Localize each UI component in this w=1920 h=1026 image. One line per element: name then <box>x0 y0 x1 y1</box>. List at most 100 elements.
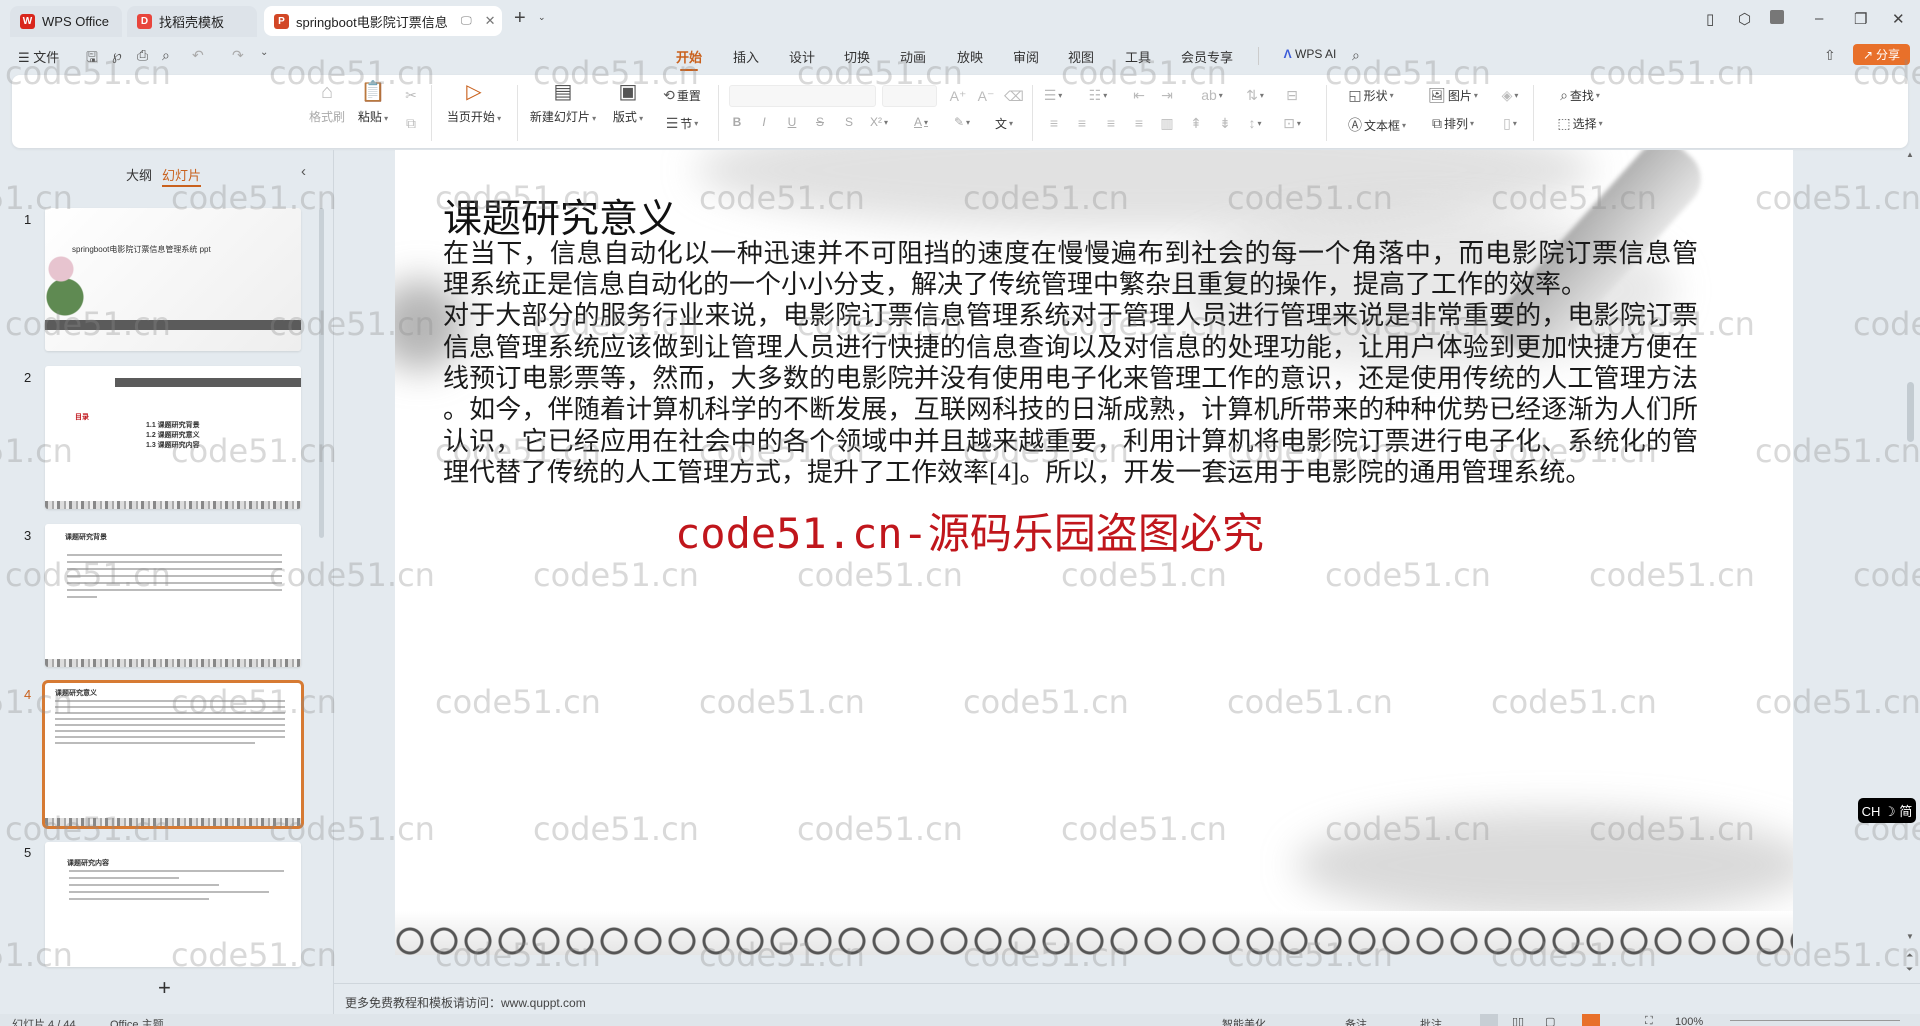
align-center-button[interactable]: ≡ <box>1078 115 1086 131</box>
paste-button[interactable]: 📋 粘贴 ▾ <box>358 82 388 125</box>
phonetic-button[interactable]: 文 ▾ <box>995 115 1013 132</box>
wps-ai-button[interactable]: Λ WPS AI <box>1284 47 1337 61</box>
increase-indent-button[interactable]: ⇥ <box>1161 87 1173 104</box>
increase-font-button[interactable]: A⁺ <box>950 88 967 105</box>
minimize-icon[interactable]: – <box>1815 10 1823 27</box>
decrease-indent-button[interactable]: ⇤ <box>1133 87 1145 104</box>
slide-thumbnail-5[interactable]: 课题研究内容 <box>45 842 301 967</box>
tab-animation[interactable]: 动画 <box>900 47 926 66</box>
format-painter-button[interactable]: ⌂ 格式刷 <box>309 82 345 125</box>
scrollbar-thumb[interactable] <box>1907 382 1914 442</box>
copy-button[interactable]: ⧉ <box>406 115 416 132</box>
normal-view-icon[interactable] <box>1480 1014 1498 1026</box>
body-text-line[interactable]: 理系统正是信息自动化的一个小小分支，解决了传统管理中繁杂且重复的操作，提高了工作… <box>443 269 1698 300</box>
line-spacing-down-button[interactable]: ⇟ <box>1219 115 1231 132</box>
justify-button[interactable]: ≡ <box>1135 115 1143 131</box>
tab-home[interactable]: 开始 <box>676 47 702 71</box>
text-direction-button[interactable]: ab ▾ <box>1201 87 1223 103</box>
new-slide-button[interactable]: ▤ 新建幻灯片 ▾ <box>530 82 596 125</box>
slide-canvas[interactable]: 课题研究意义 在当下，信息自动化以一种迅速并不可阻挡的速度在慢慢遍布到社会的每一… <box>395 150 1793 955</box>
align-left-button[interactable]: ≡ <box>1050 115 1058 131</box>
tab-transition[interactable]: 切换 <box>844 47 870 66</box>
body-text-line[interactable]: 认识，它已经应用在社会中的各个领域中并且越来越重要，利用计算机将电影院订票进行电… <box>443 426 1698 457</box>
beautify-button[interactable]: 智能美化 <box>1222 1016 1266 1026</box>
pane-scrollbar[interactable] <box>319 208 324 538</box>
zoom-level[interactable]: 100% <box>1675 1016 1703 1026</box>
tab-insert[interactable]: 插入 <box>733 47 759 66</box>
notes-button[interactable]: 备注 <box>1345 1016 1367 1026</box>
next-slide-icon[interactable]: ⏷ <box>1906 964 1913 975</box>
italic-button[interactable]: I <box>762 115 765 129</box>
fit-icon[interactable]: ⛶ <box>1645 1015 1653 1026</box>
body-text-line[interactable]: 信息管理系统应该做到让管理人员进行快捷的信息查询以及对信息的处理功能，让用户体验… <box>443 332 1698 363</box>
bullets-button[interactable]: ☰ ▾ <box>1044 87 1063 104</box>
body-text-line[interactable]: 理代替了传统的人工管理方式，提升了工作效率[4]。所以，开发一套运用于电影院的通… <box>443 457 1698 488</box>
slide-thumbnail-4[interactable]: 课题研究意义 <box>42 680 304 829</box>
distribute-button[interactable]: ▥ <box>1160 115 1173 132</box>
redo-icon[interactable]: ↷ <box>232 47 244 64</box>
decrease-font-button[interactable]: A⁻ <box>978 88 995 105</box>
slide-title[interactable]: 课题研究意义 <box>443 188 677 244</box>
notes-area[interactable]: 更多免费教程和模板请访问：www.quppt.com <box>333 983 1920 1014</box>
cube-icon[interactable]: ⬡ <box>1738 10 1751 28</box>
font-name-select[interactable] <box>729 85 876 107</box>
ime-indicator[interactable]: CH ☽ 简 <box>1858 798 1916 823</box>
tab-view[interactable]: 视图 <box>1068 47 1094 66</box>
text-align-button[interactable]: ⊡ ▾ <box>1283 115 1301 132</box>
window-layout-icon[interactable]: ▯ <box>1706 10 1714 28</box>
select-button[interactable]: ⬚ 选择 ▾ <box>1557 115 1602 132</box>
body-text-line[interactable]: 在当下，信息自动化以一种迅速并不可阻挡的速度在慢慢遍布到社会的每一个角落中，而电… <box>443 238 1698 269</box>
tab-document[interactable]: P springboot电影院订票信息 🖵 ✕ <box>264 6 502 36</box>
tab-docer[interactable]: D 找稻壳模板 <box>127 6 257 37</box>
body-text-line[interactable]: 线预订电影票等，然而，大多数的电影院并没有使用电子化来管理工作的意识，还是使用传… <box>443 363 1698 394</box>
save-icon[interactable]: 🖫 <box>86 47 98 71</box>
prev-slide-icon[interactable]: ⏶ <box>1906 950 1913 961</box>
slide-thumbnail-1[interactable]: springboot电影院订票信息管理系统 ppt <box>45 208 301 351</box>
file-menu[interactable]: ☰ 文件 <box>18 47 59 66</box>
restore-icon[interactable]: ❐ <box>1854 10 1867 28</box>
tab-slides[interactable]: 幻灯片 <box>162 165 202 187</box>
strikethrough-button[interactable]: S <box>816 115 824 129</box>
reset-button[interactable]: ⟲ 重置 <box>663 87 701 104</box>
line-spacing-up-button[interactable]: ⇞ <box>1190 115 1202 132</box>
fill-button[interactable]: ◈ ▾ <box>1502 87 1519 104</box>
share-button[interactable]: ↗ 分享 <box>1853 44 1910 65</box>
close-window-icon[interactable]: ✕ <box>1892 10 1905 28</box>
layout-button[interactable]: ▣ 版式 ▾ <box>613 82 643 125</box>
section-button[interactable]: ☰ 节 ▾ <box>666 115 699 132</box>
avatar[interactable] <box>1770 10 1784 24</box>
chevron-down-icon[interactable]: ⌄ <box>538 12 546 23</box>
print-icon[interactable]: ⎙ <box>137 47 148 64</box>
superscript-button[interactable]: X² ▾ <box>870 115 888 129</box>
notes-text[interactable]: 更多免费教程和模板请访问：www.quppt.com <box>345 994 586 1011</box>
collapse-pane-icon[interactable]: ‹ <box>301 163 306 180</box>
slide-thumbnail-2[interactable]: 目录 1.1 课题研究背景 1.2 课题研究意义 1.3 课题研究内容 <box>45 366 301 509</box>
tab-tools[interactable]: 工具 <box>1125 47 1151 66</box>
zoom-slider[interactable] <box>1730 1020 1900 1021</box>
align-right-button[interactable]: ≡ <box>1107 115 1115 131</box>
tab-review[interactable]: 审阅 <box>1013 47 1039 66</box>
play-slideshow-icon[interactable] <box>1582 1014 1600 1026</box>
scroll-up-icon[interactable]: ▲ <box>1906 150 1914 159</box>
font-color-button[interactable]: A ▾ <box>914 115 928 129</box>
scroll-down-icon[interactable]: ▼ <box>1906 932 1914 941</box>
comments-button[interactable]: 批注 <box>1420 1016 1442 1026</box>
sort-button[interactable]: ⇅ ▾ <box>1246 87 1264 104</box>
underline-button[interactable]: U <box>788 115 797 129</box>
more-chevron-icon[interactable]: ⌄ <box>260 47 268 58</box>
arrange-button[interactable]: ⧉ 排列 ▾ <box>1432 115 1474 132</box>
close-tab-icon[interactable]: ✕ <box>485 13 496 29</box>
theme-name[interactable]: Office 主题 <box>110 1016 164 1026</box>
cloud-upload-icon[interactable]: ⇧ <box>1824 47 1836 64</box>
cut-button[interactable]: ✂ <box>405 87 417 104</box>
shadow-button[interactable]: S <box>845 115 853 129</box>
reading-view-icon[interactable]: ▢ <box>1545 1015 1555 1026</box>
vertical-scrollbar[interactable]: ▲ ▼ ⏶ ⏷ <box>1904 150 1918 990</box>
find-button[interactable]: ⌕ 查找 ▾ <box>1560 87 1600 104</box>
print-preview-icon[interactable]: ⌕ <box>162 47 170 64</box>
tab-design[interactable]: 设计 <box>789 47 815 66</box>
export-icon[interactable]: ℘ <box>112 47 122 64</box>
outline-button[interactable]: ▯ ▾ <box>1503 115 1517 132</box>
body-text-line[interactable]: 。如今，伴随着计算机科学的不断发展，互联网科技的日渐成熟，计算机所带来的种种优势… <box>443 394 1698 425</box>
undo-icon[interactable]: ↶ <box>192 47 204 64</box>
